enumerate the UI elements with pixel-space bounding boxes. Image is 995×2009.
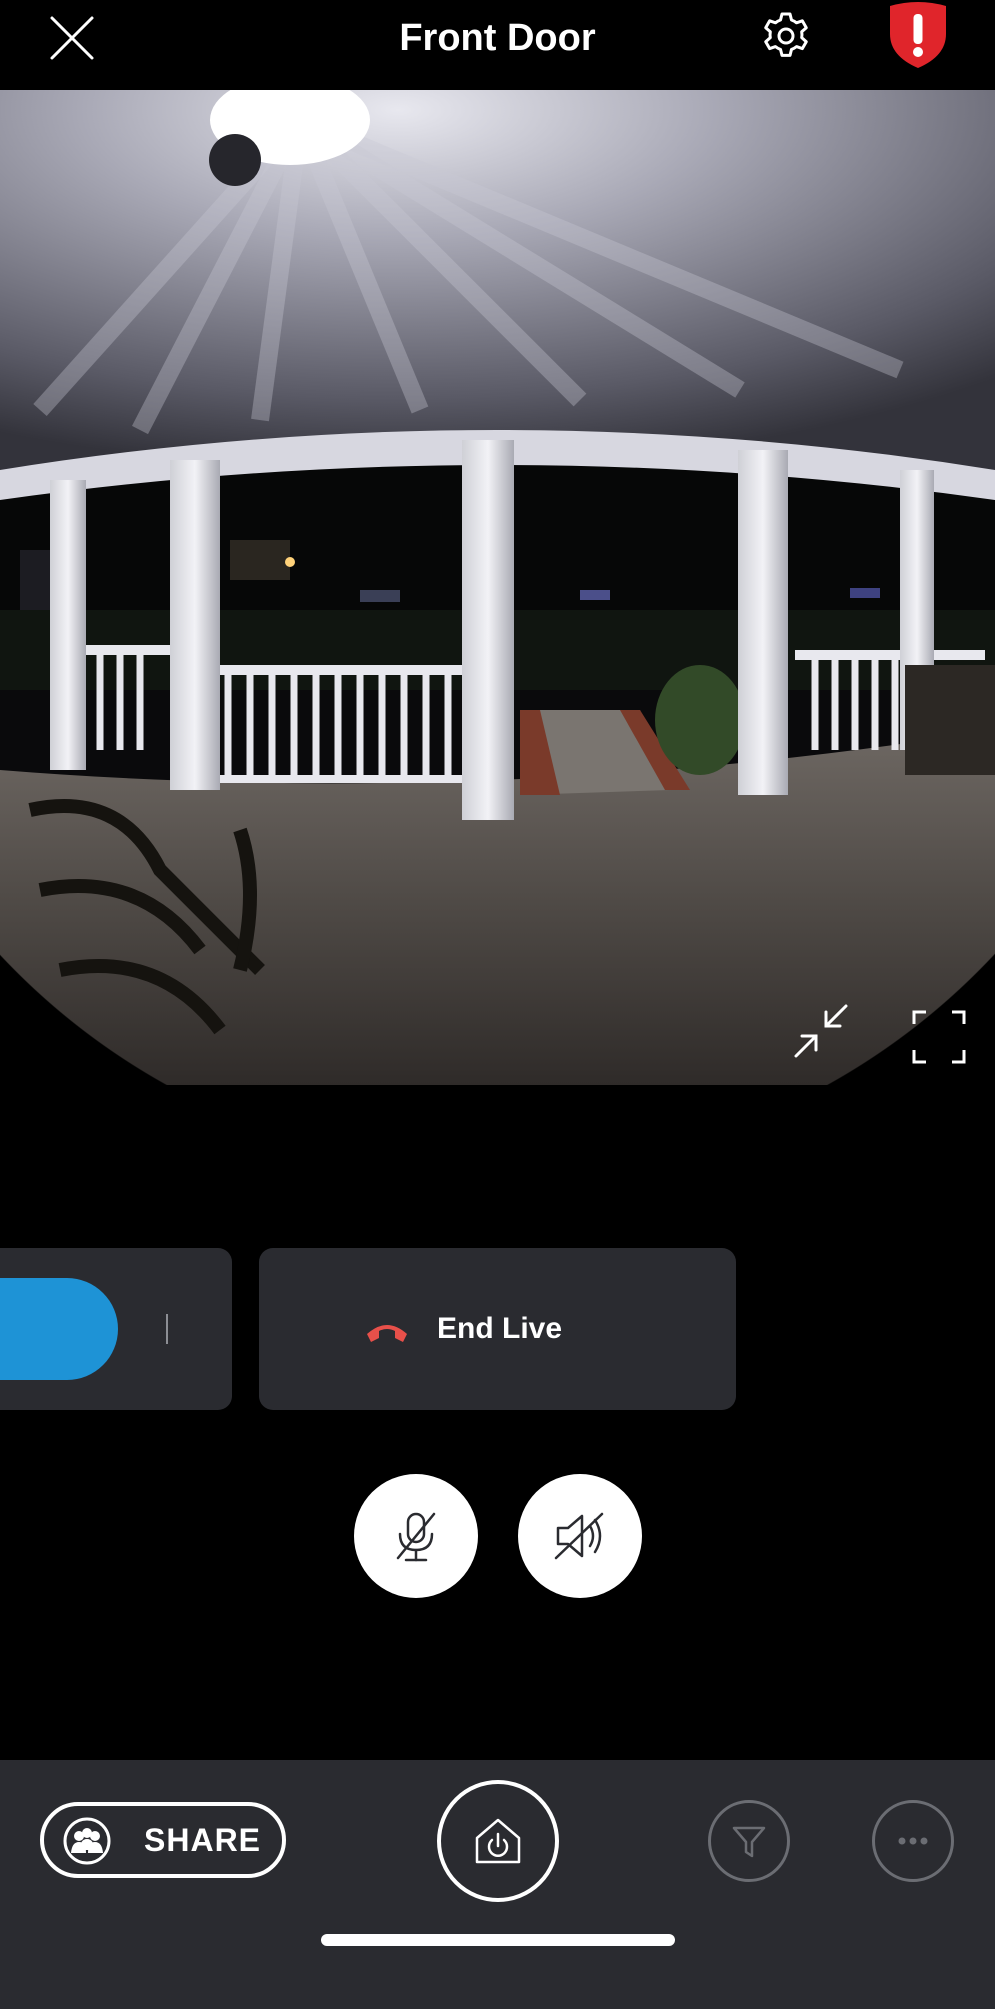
slider-divider <box>166 1314 168 1344</box>
filter-icon <box>732 1826 766 1858</box>
more-button[interactable] <box>872 1800 954 1882</box>
alert-shield-icon <box>890 2 946 68</box>
speaker-muted-icon <box>554 1512 604 1560</box>
end-live-button[interactable]: End Live <box>259 1248 736 1410</box>
activity-slider-card[interactable] <box>0 1248 232 1410</box>
more-dots-icon <box>898 1837 928 1845</box>
page-title: Front Door <box>399 17 596 59</box>
fullscreen-icon <box>912 1010 966 1064</box>
speaker-button[interactable] <box>518 1474 642 1598</box>
microphone-button[interactable] <box>354 1474 478 1598</box>
minimize-arrows-icon <box>794 1004 848 1058</box>
alert-button[interactable] <box>884 0 952 70</box>
mode-button[interactable] <box>437 1780 559 1902</box>
settings-button[interactable] <box>758 8 814 64</box>
fullscreen-button[interactable] <box>910 1008 968 1066</box>
share-label: SHARE <box>144 1822 262 1858</box>
end-live-label: End Live <box>437 1312 563 1345</box>
neighbors-icon <box>63 1817 111 1865</box>
microphone-muted-icon <box>396 1512 436 1562</box>
home-indicator <box>321 1934 675 1946</box>
home-power-icon <box>475 1818 521 1864</box>
porch-camera-image <box>0 90 995 1085</box>
live-view-screen: Front Door End Live SHARE <box>0 0 995 2009</box>
slider-thumb[interactable] <box>0 1278 118 1380</box>
picture-in-picture-button[interactable] <box>790 1000 852 1062</box>
header: Front Door <box>0 0 995 90</box>
bottom-bar: SHARE <box>0 1760 995 2009</box>
gear-icon <box>764 12 808 57</box>
filter-button[interactable] <box>708 1800 790 1882</box>
phone-hangup-icon <box>367 1325 407 1342</box>
live-video-feed[interactable] <box>0 90 995 1085</box>
share-button[interactable]: SHARE <box>40 1802 286 1878</box>
